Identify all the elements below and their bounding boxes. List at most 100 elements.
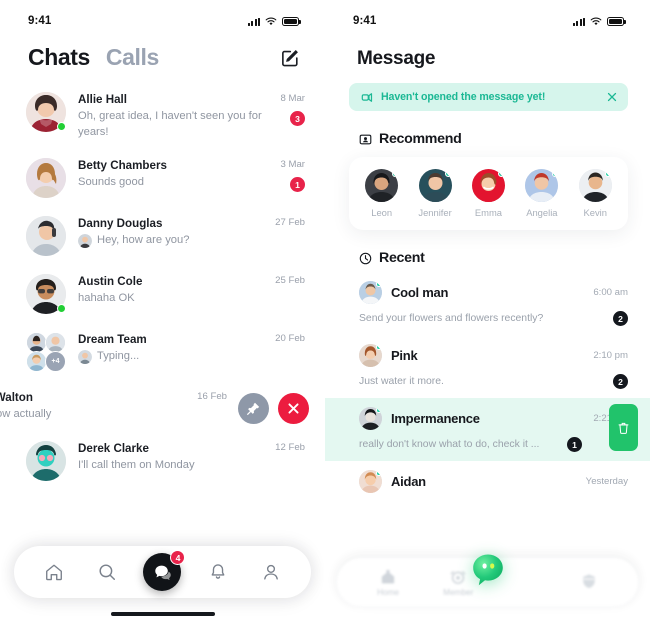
row-content: Derek Clarke I'll call them on Monday <box>78 441 275 474</box>
nav-profile-button[interactable] <box>255 556 287 588</box>
compose-icon[interactable] <box>279 47 301 69</box>
unread-badge: 3 <box>290 111 305 126</box>
row-content: Austin Cole hahaha OK <box>78 274 275 307</box>
online-indicator <box>445 170 452 177</box>
notification-banner[interactable]: Haven't opened the message yet! <box>349 83 628 111</box>
status-time: 9:41 <box>353 15 377 27</box>
message-preview: Hey, how are you? <box>78 233 267 249</box>
status-icons <box>247 16 301 26</box>
sender-mini-avatar-icon <box>78 350 92 364</box>
online-indicator <box>551 170 559 177</box>
banner-close-button[interactable] <box>607 92 617 102</box>
row-content: Allie Hall Oh, great idea, I haven't see… <box>78 92 280 140</box>
online-indicator <box>57 122 66 131</box>
tab-calls[interactable]: Calls <box>106 44 159 71</box>
avatar <box>418 169 452 202</box>
person-name: Jennifer <box>418 207 452 218</box>
nav-shield-button[interactable] <box>580 572 598 592</box>
group-more-count: +4 <box>45 351 66 372</box>
online-indicator <box>376 407 382 413</box>
nav-chat-placeholder <box>518 572 536 592</box>
avatar <box>365 169 399 202</box>
recommend-person-angelia[interactable]: Angelia <box>516 169 568 218</box>
nav-notifications-button[interactable] <box>202 556 234 588</box>
message-text: Just water it more. <box>359 376 444 387</box>
chat-row-austin-cole[interactable]: Austin Cole hahaha OK 25 Feb <box>0 265 325 323</box>
recent-row-cool-man[interactable]: Cool man 6:00 am Send your flowers and f… <box>325 272 650 335</box>
home-indicator <box>110 611 215 616</box>
cellular-signal-icon <box>572 17 585 26</box>
contact-card-icon <box>359 134 372 144</box>
message-text: Hey, how are you? <box>97 234 190 246</box>
status-time: 9:41 <box>28 15 52 27</box>
recent-row-pink[interactable]: Pink 2:10 pm Just water it more. 2 <box>325 335 650 398</box>
cellular-signal-icon <box>247 17 260 26</box>
chat-row-dream-team[interactable]: +4 Dream Team Typing... 20 Feb <box>0 323 325 381</box>
nav-label: Member <box>443 587 474 597</box>
recent-row-impermanence[interactable]: Impermanence 2:21 pm really don't know w… <box>325 398 650 461</box>
shield-icon <box>583 574 595 589</box>
delete-action-button[interactable] <box>278 393 309 424</box>
battery-icon <box>282 16 301 26</box>
contact-name: Impermanence <box>391 411 480 426</box>
message-text: t know actually <box>0 408 52 420</box>
clock-icon <box>359 252 372 264</box>
avatar-wrap <box>26 158 66 198</box>
contact-name: Aidan <box>391 474 426 489</box>
chat-fab-button[interactable] <box>471 553 505 587</box>
nav-home-button[interactable] <box>38 556 70 588</box>
trash-icon <box>618 422 629 434</box>
row-header: Cool man 6:00 am <box>359 281 628 304</box>
row-meta: 27 Feb <box>275 216 305 228</box>
status-icons <box>572 16 626 26</box>
status-bar-left: 9:41 <box>0 0 325 30</box>
contact-name: Betty Chambers <box>78 159 167 172</box>
online-indicator <box>376 281 382 287</box>
message-text: Oh, great idea, I haven't seen you for y… <box>78 110 262 138</box>
recommend-person-leon[interactable]: Leon <box>356 169 408 218</box>
online-indicator <box>498 170 505 177</box>
avatar-wrap: +4 <box>26 332 66 372</box>
chat-row-danny-douglas[interactable]: Danny Douglas Hey, how are you? 27 Feb <box>0 207 325 265</box>
row-meta: 3 Mar 1 <box>280 158 305 192</box>
chat-row-betty-chambers[interactable]: Betty Chambers Sounds good 3 Mar 1 <box>0 149 325 207</box>
contact-name: Allie Hall <box>78 93 127 106</box>
online-indicator <box>391 170 399 177</box>
recommend-person-kevin[interactable]: Kevin <box>569 169 621 218</box>
contact-name: Derek Clarke <box>78 441 149 455</box>
timestamp: 16 Feb <box>197 391 227 402</box>
sender-mini-avatar-icon <box>78 234 92 248</box>
chat-row-derek-clarke[interactable]: Derek Clarke I'll call them on Monday 12… <box>0 432 325 490</box>
avatar-wrap <box>26 92 66 132</box>
row-content: Dream Team Typing... <box>78 332 275 365</box>
avatar-wrap <box>26 440 66 481</box>
chat-row-walton-swiped[interactable]: ne Walton t know actually 16 Feb <box>0 381 325 432</box>
row-meta: 20 Feb <box>275 332 305 344</box>
recent-title: Recent <box>379 250 425 266</box>
recommend-person-emma[interactable]: Emma <box>462 169 514 218</box>
avatar <box>26 440 66 481</box>
recommend-person-jennifer[interactable]: Jennifer <box>409 169 461 218</box>
delete-action-button[interactable] <box>609 404 638 451</box>
timestamp: 20 Feb <box>275 333 305 344</box>
nav-search-button[interactable] <box>91 556 123 588</box>
recent-row-aidan[interactable]: Aidan Yesterday <box>325 461 650 502</box>
pin-action-button[interactable] <box>238 393 269 424</box>
message-text: Send your flowers and flowers recently? <box>359 313 544 324</box>
header-tabs: Chats Calls <box>28 44 279 71</box>
nav-label: Home <box>377 587 399 597</box>
avatar <box>26 216 66 256</box>
row-content: ne Walton t know actually <box>0 390 197 423</box>
chat-row-allie-hall[interactable]: Allie Hall Oh, great idea, I haven't see… <box>0 83 325 149</box>
nav-member-button[interactable]: Member <box>443 568 473 597</box>
contact-name: ne Walton <box>0 391 33 404</box>
row-content: Danny Douglas Hey, how are you? <box>78 216 275 249</box>
bell-icon <box>211 564 225 579</box>
contact-name: Pink <box>391 348 418 363</box>
tab-chats[interactable]: Chats <box>28 44 90 71</box>
person-name: Leon <box>371 207 393 218</box>
chat-list: Allie Hall Oh, great idea, I haven't see… <box>0 71 325 490</box>
nav-home-button[interactable]: Home <box>377 568 399 597</box>
contact-name: Cool man <box>391 285 449 300</box>
nav-chat-button[interactable]: 4 <box>143 550 186 591</box>
